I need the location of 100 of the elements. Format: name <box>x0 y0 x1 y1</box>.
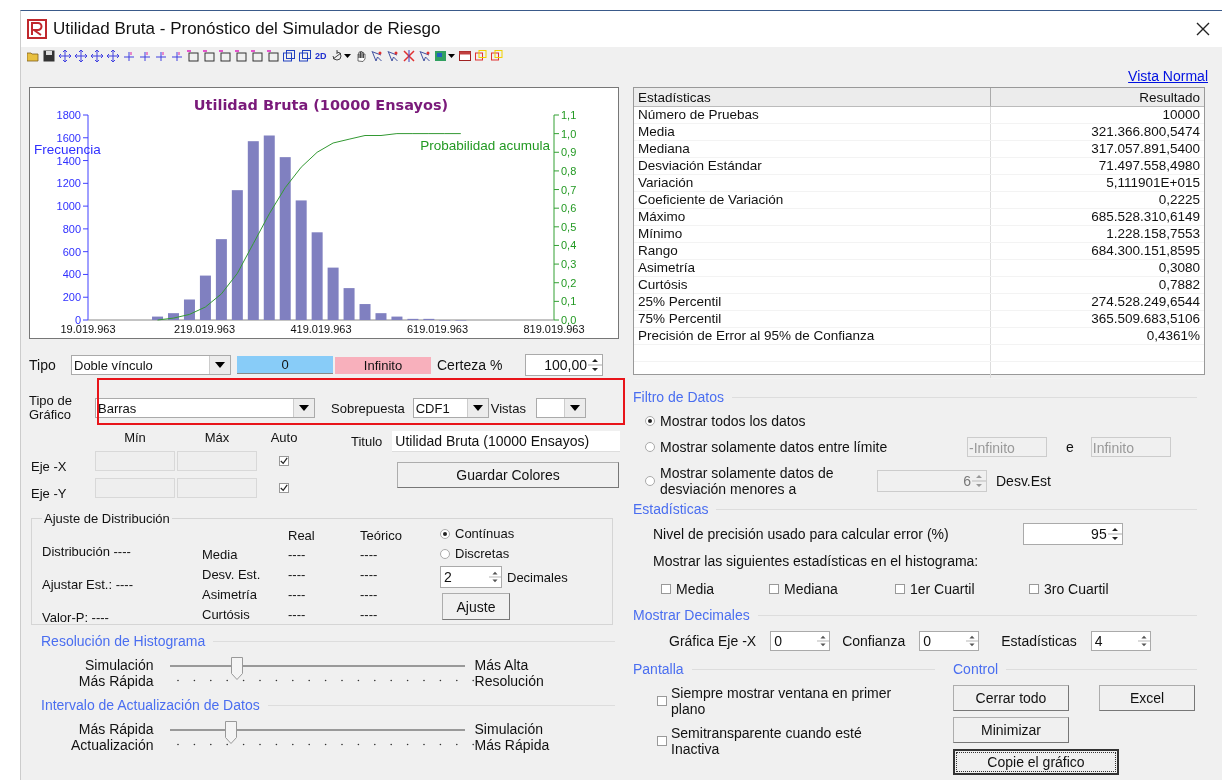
frame-icon[interactable] <box>235 50 247 62</box>
rotate-icon[interactable] <box>330 50 351 62</box>
checkbox[interactable] <box>769 584 779 594</box>
certainty-spin-field[interactable]: 100,00 <box>525 354 603 376</box>
axis-icon[interactable] <box>171 50 183 62</box>
slider-label: Más Rápida <box>474 737 551 753</box>
move-arrows-icon[interactable] <box>91 50 103 62</box>
max-field[interactable] <box>177 450 257 471</box>
tick-label: 1000 <box>56 200 81 213</box>
decimals-spin-field[interactable]: 0 <box>919 631 980 651</box>
window-icon[interactable] <box>458 50 471 62</box>
table-cell-text: 0,2225 <box>1157 192 1201 208</box>
radio-button[interactable] <box>440 528 450 539</box>
checkbox-label: Media <box>676 581 715 597</box>
checkbox-label: 3ro Cuartil <box>1044 581 1109 597</box>
hand-icon[interactable] <box>354 50 367 62</box>
radio-button[interactable] <box>645 416 655 426</box>
tick-label: 0,7 <box>561 183 577 196</box>
axis-icon[interactable] <box>139 50 151 62</box>
min-field[interactable] <box>95 477 175 498</box>
radio-button[interactable] <box>440 548 450 559</box>
tick-label: 1,0 <box>561 127 577 140</box>
checkbox[interactable] <box>661 584 671 594</box>
folder-icon[interactable] <box>27 50 39 62</box>
control-button[interactable]: Excel <box>1099 685 1195 711</box>
table-cell-text: 1.228.158,7553 <box>1105 226 1201 242</box>
column-header: Resultado <box>1138 89 1201 106</box>
joiner-text: e <box>1066 439 1074 455</box>
control-button[interactable]: Minimizar <box>953 717 1069 743</box>
auto-checkbox[interactable] <box>279 482 289 493</box>
title-field[interactable]: Utilidad Bruta (10000 Ensayos) <box>392 431 621 452</box>
axis-label: Frecuencia <box>34 142 101 157</box>
tick-label: 0,2 <box>561 276 577 289</box>
save-colors-button[interactable]: Guardar Colores <box>397 462 619 488</box>
lower-bound-field[interactable]: 0 <box>237 356 333 374</box>
pointer-icon[interactable] <box>386 50 399 62</box>
overlay-label: Sobrepuesta <box>331 400 405 416</box>
tick-label: 200 <box>62 291 81 304</box>
slider-thumb[interactable] <box>231 657 244 681</box>
color-box-icon[interactable] <box>490 50 503 62</box>
frame-icon[interactable] <box>267 50 279 62</box>
checkbox[interactable] <box>895 584 905 594</box>
radio-label: Mostrar todos los datos <box>660 413 806 429</box>
tick-label: 19.019.963 <box>60 323 116 335</box>
slider-label: Más Rápida <box>77 721 154 737</box>
tick-label: 0,9 <box>561 146 577 159</box>
squares-icon[interactable] <box>283 50 295 62</box>
views-dropdown[interactable] <box>535 398 586 418</box>
move-arrows-icon[interactable] <box>59 50 71 62</box>
frame-icon[interactable] <box>187 50 199 62</box>
decimals-spin-field[interactable]: 0 <box>770 631 831 651</box>
section-title: Filtro de Datos <box>633 389 725 405</box>
save-icon[interactable] <box>43 50 55 62</box>
tick-label: 1400 <box>56 154 81 167</box>
table-cell-text: ---- <box>287 586 307 602</box>
overlay-dropdown[interactable]: CDF1 <box>412 398 489 418</box>
min-field[interactable] <box>95 450 175 471</box>
control-button[interactable]: Cerrar todo <box>953 685 1069 711</box>
axis-icon[interactable] <box>155 50 167 62</box>
table-cell: 75% Percentil <box>634 311 991 327</box>
panel-title: Ajuste de Distribución <box>43 511 171 526</box>
upper-bound-field[interactable]: Infinito <box>335 356 431 374</box>
decimals-spin-field[interactable]: 2 <box>440 566 502 588</box>
show-statistics-label: Mostrar las siguientes estadísticas en el histograma: <box>652 553 980 569</box>
axis-icon[interactable] <box>123 50 135 62</box>
section-title: Mostrar Decimales <box>633 607 750 623</box>
slider-thumb[interactable] <box>225 721 238 745</box>
pointer-icon[interactable] <box>418 50 431 62</box>
checkbox[interactable] <box>657 736 667 746</box>
move-arrows-icon[interactable] <box>107 50 119 62</box>
table-cell: Máximo <box>634 209 991 225</box>
table-cell: Coeficiente de Variación <box>634 192 991 208</box>
histogram-bar <box>152 316 164 320</box>
checkbox[interactable] <box>1029 584 1039 594</box>
close-icon[interactable] <box>1196 22 1210 36</box>
decimals-label: Confianza <box>842 633 906 649</box>
decimals-spin-field[interactable]: 4 <box>1090 631 1151 651</box>
map-icon[interactable] <box>434 50 455 62</box>
type-dropdown[interactable]: Doble vínculo <box>71 355 231 375</box>
control-button[interactable]: Copie el gráfico <box>953 749 1119 775</box>
pointer-icon[interactable] <box>370 50 383 62</box>
frame-icon[interactable] <box>251 50 263 62</box>
fit-info-text: Ajustar Est.: ---- <box>42 577 134 592</box>
checkbox[interactable] <box>657 696 667 706</box>
max-field[interactable] <box>177 477 257 498</box>
squares-icon[interactable] <box>299 50 311 62</box>
table-cell: Media <box>634 124 991 140</box>
view-link[interactable]: Vista Normal <box>1128 68 1208 84</box>
checkbox-label: 1er Cuartil <box>910 581 975 597</box>
tick-label: 0,0 <box>561 314 577 326</box>
frame-icon[interactable] <box>203 50 215 62</box>
auto-checkbox[interactable] <box>279 455 289 466</box>
toolbar-button[interactable]: 2D <box>315 51 327 61</box>
color-box-icon[interactable] <box>474 50 487 62</box>
fit-button[interactable]: Ajuste <box>442 593 510 620</box>
precision-spin-field[interactable]: 95 <box>1022 523 1123 545</box>
crossed-out-icon[interactable] <box>402 50 415 62</box>
chart-type-dropdown[interactable]: Barras <box>95 398 315 418</box>
frame-icon[interactable] <box>219 50 231 62</box>
move-arrows-icon[interactable] <box>75 50 87 62</box>
